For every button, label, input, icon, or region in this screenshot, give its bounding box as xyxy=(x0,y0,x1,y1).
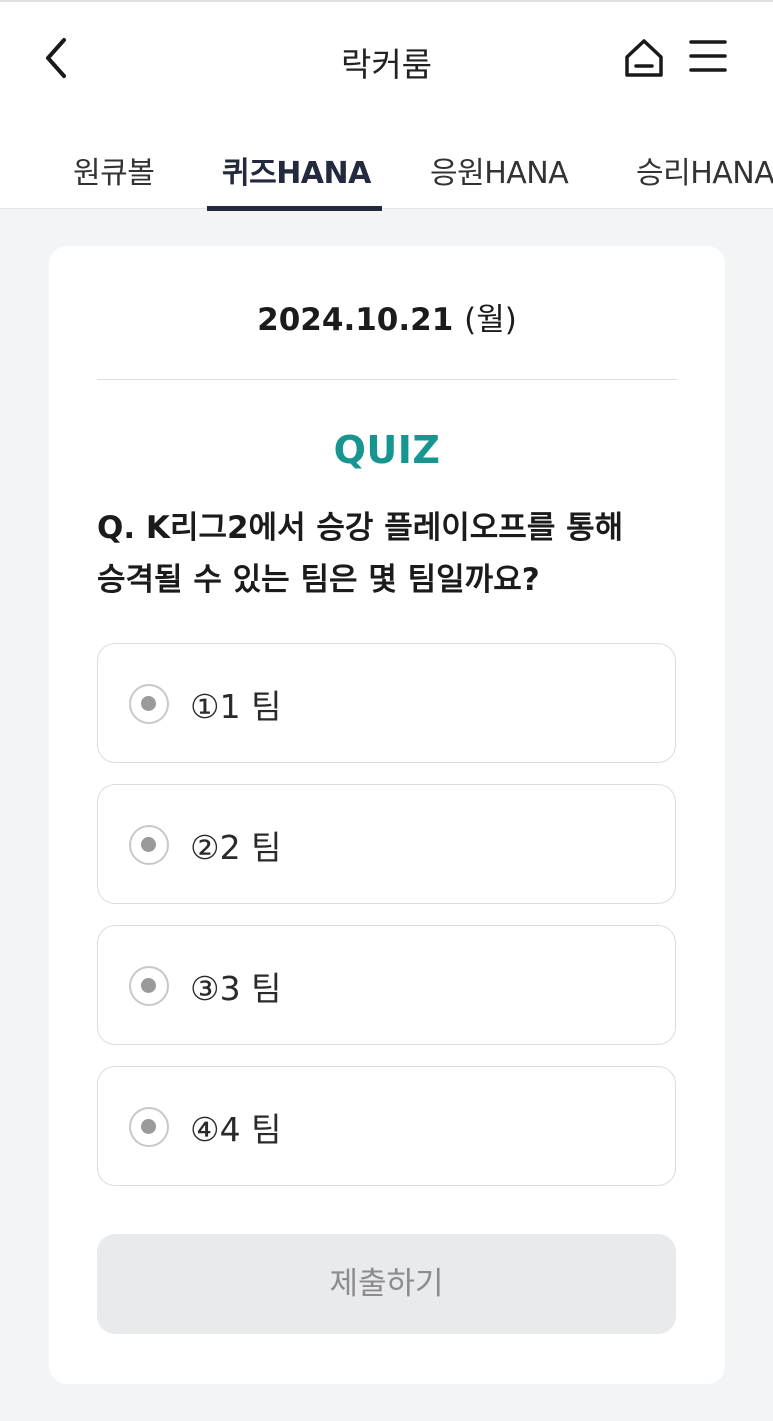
menu-button[interactable] xyxy=(688,36,728,76)
quiz-label: QUIZ xyxy=(333,428,441,472)
radio-button-icon[interactable] xyxy=(129,825,169,865)
tab-quiz-hana[interactable]: 퀴즈HANA xyxy=(222,148,371,192)
answer-option-3[interactable]: ③3 팀 xyxy=(97,925,676,1045)
answer-option-1[interactable]: ①1 팀 xyxy=(97,643,676,763)
tab-victory-hana[interactable]: 승리HANA xyxy=(636,148,773,192)
question-line-1: Q. K리그2에서 승강 플레이오프를 통해 xyxy=(97,510,624,546)
option-label: ③3 팀 xyxy=(190,969,282,1008)
option-label: ②2 팀 xyxy=(190,828,282,867)
answer-option-4[interactable]: ④4 팀 xyxy=(97,1066,676,1186)
tab-cheer-hana[interactable]: 응원HANA xyxy=(430,148,569,192)
radio-button-icon[interactable] xyxy=(129,684,169,724)
option-label: ①1 팀 xyxy=(190,687,282,726)
home-icon xyxy=(625,39,663,77)
option-label: ④4 팀 xyxy=(190,1110,282,1149)
radio-button-icon[interactable] xyxy=(129,966,169,1006)
tab-onecue-ball[interactable]: 원큐볼 xyxy=(73,148,155,192)
active-tab-indicator xyxy=(207,206,382,211)
answer-option-2[interactable]: ②2 팀 xyxy=(97,784,676,904)
app: 락커룸 원큐볼 퀴즈HANA 응원HANA 승리HANA 2024.10.21 … xyxy=(0,0,773,1421)
quiz-question: Q. K리그2에서 승강 플레이오프를 통해 승격될 수 있는 팀은 몇 팀일까… xyxy=(97,502,687,606)
header: 락커룸 원큐볼 퀴즈HANA 응원HANA 승리HANA xyxy=(0,0,773,211)
divider xyxy=(97,379,677,380)
quiz-date: 2024.10.21 (월) xyxy=(49,294,725,339)
radio-button-icon[interactable] xyxy=(129,1107,169,1147)
question-line-2: 승격될 수 있는 팀은 몇 팀일까요? xyxy=(97,562,540,598)
day-of-week: (월) xyxy=(464,302,517,338)
submit-button[interactable]: 제출하기 xyxy=(97,1234,676,1334)
home-button[interactable] xyxy=(622,36,666,80)
tab-bar: 원큐볼 퀴즈HANA 응원HANA 승리HANA xyxy=(0,130,773,211)
date-text: 2024.10.21 xyxy=(257,302,454,338)
hamburger-menu-icon xyxy=(689,40,727,72)
quiz-card: 2024.10.21 (월) QUIZ Q. K리그2에서 승강 플레이오프를 … xyxy=(49,246,725,1384)
